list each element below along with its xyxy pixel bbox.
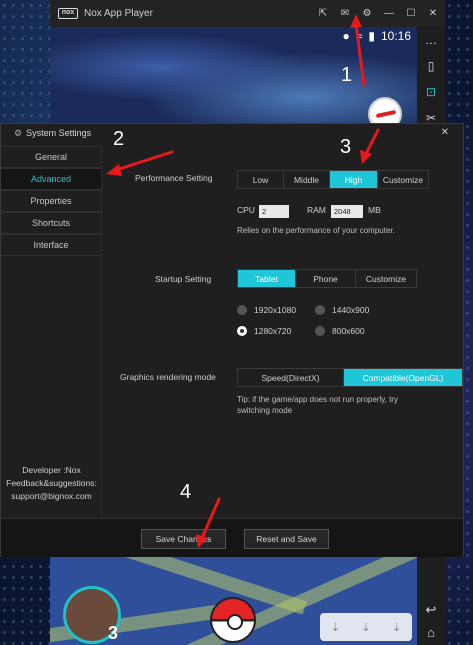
dialog-footer: Save Changes Reset and Save	[1, 518, 463, 557]
nav-advanced[interactable]: Advanced	[1, 168, 102, 190]
gear-icon: ⚙	[14, 127, 23, 138]
window-controls: ⇱ ✉ ⚙ — ☐ ✕	[317, 0, 439, 27]
annotation-number-2: 2	[113, 128, 125, 150]
message-icon[interactable]: ✉	[339, 8, 351, 19]
resolution-label: 1280x720	[254, 326, 292, 336]
ram-unit: MB	[368, 205, 381, 215]
annotation-number-3: 3	[340, 136, 352, 158]
maximize-icon[interactable]: ☐	[405, 8, 417, 19]
save-changes-button[interactable]: Save Changes	[141, 529, 226, 549]
dialog-titlebar: ⚙ System Settings ✕	[1, 124, 463, 142]
radio-selected-icon	[237, 326, 247, 336]
startup-phone[interactable]: Phone	[296, 270, 356, 287]
annotation-number-1: 1	[341, 64, 353, 86]
performance-customize[interactable]: Customize	[378, 171, 428, 188]
support-email: support@bignox.com	[11, 491, 92, 501]
ram-input[interactable]: 2048	[331, 205, 363, 218]
wifi-icon: ≈	[355, 29, 363, 43]
footprint-icon: ⇣	[361, 621, 371, 634]
startup-tablet[interactable]: Tablet	[238, 270, 296, 287]
annotation-number-4: 4	[180, 481, 192, 503]
performance-low[interactable]: Low	[238, 171, 284, 188]
performance-setting-label: Performance Setting	[135, 173, 213, 183]
startup-options: Tablet Phone Customize	[237, 269, 417, 288]
graphics-tip: Tip: if the game/app does not run proper…	[237, 394, 437, 416]
startup-setting-label: Startup Setting	[155, 274, 212, 284]
battery-icon: ▮	[368, 29, 375, 43]
reset-and-save-button[interactable]: Reset and Save	[244, 529, 329, 549]
back-icon[interactable]: ↩	[417, 602, 445, 618]
settings-gear-icon[interactable]: ⚙	[361, 8, 373, 19]
dialog-title: System Settings	[26, 128, 92, 138]
graphics-opengl[interactable]: Compatible(OpenGL)	[344, 369, 462, 386]
nav-general[interactable]: General	[1, 146, 102, 168]
screenshot: nox Nox App Player ⇱ ✉ ⚙ — ☐ ✕ ● ≈ ▮ 10:…	[0, 0, 473, 645]
settings-nav: General Advanced Properties Shortcuts In…	[1, 146, 102, 256]
phone-icon[interactable]: ▯	[417, 53, 445, 79]
nearby-panel[interactable]: ⇣ ⇣ ⇣	[320, 613, 412, 641]
resolution-1440x900[interactable]: 1440x900	[315, 305, 369, 315]
nox-titlebar: nox Nox App Player ⇱ ✉ ⚙ — ☐ ✕	[50, 0, 445, 27]
graphics-options: Speed(DirectX) Compatible(OpenGL)	[237, 368, 463, 387]
resolution-1920x1080[interactable]: 1920x1080	[237, 305, 296, 315]
home-icon[interactable]: ⌂	[417, 625, 445, 640]
expand-icon[interactable]: ⇱	[317, 8, 329, 19]
android-screen-bottom[interactable]: 3 ⇣ ⇣ ⇣	[50, 557, 417, 645]
resolution-1280x720[interactable]: 1280x720	[237, 326, 291, 336]
radio-icon	[315, 305, 325, 315]
developer-info: Developer :Nox Feedback&suggestions: sup…	[1, 464, 102, 503]
footprint-icon: ⇣	[330, 621, 340, 634]
footprint-icon: ⇣	[392, 621, 402, 634]
pokeball-menu-button[interactable]	[210, 597, 256, 643]
graphics-tip-line: Tip: if the game/app does not run proper…	[237, 395, 398, 404]
ram-label: RAM	[307, 205, 326, 215]
resolution-label: 800x600	[332, 326, 365, 336]
startup-customize[interactable]: Customize	[356, 270, 416, 287]
close-icon[interactable]: ✕	[441, 127, 449, 138]
advanced-settings-content: Performance Setting Low Middle High Cust…	[103, 146, 463, 518]
resolution-label: 1920x1080	[254, 305, 297, 315]
resolution-800x600[interactable]: 800x600	[315, 326, 365, 336]
cpu-label: CPU	[237, 205, 255, 215]
nav-shortcuts[interactable]: Shortcuts	[1, 212, 102, 234]
minimize-icon[interactable]: —	[383, 8, 395, 19]
radio-icon	[237, 305, 247, 315]
keyboard-icon[interactable]: ⊡	[417, 79, 445, 105]
android-statusbar: ● ≈ ▮ 10:16	[343, 27, 411, 45]
more-icon[interactable]: …	[417, 27, 445, 53]
resolution-label: 1440x900	[332, 305, 370, 315]
graphics-directx[interactable]: Speed(DirectX)	[238, 369, 344, 386]
feedback-line: Feedback&suggestions:	[6, 478, 97, 488]
close-window-icon[interactable]: ✕	[427, 8, 439, 19]
graphics-mode-label: Graphics rendering mode	[120, 372, 216, 382]
android-screen-top[interactable]: ● ≈ ▮ 10:16	[50, 27, 417, 127]
graphics-tip-line: switching mode	[237, 406, 293, 415]
system-settings-dialog: ⚙ System Settings ✕ General Advanced Pro…	[0, 123, 464, 557]
performance-options: Low Middle High Customize	[237, 170, 429, 189]
nav-interface[interactable]: Interface	[1, 234, 102, 256]
nox-logo: nox	[58, 8, 78, 19]
trainer-level: 3	[108, 623, 119, 643]
performance-middle[interactable]: Middle	[284, 171, 330, 188]
performance-high[interactable]: High	[330, 171, 378, 188]
location-icon: ●	[342, 29, 350, 43]
developer-line: Developer :Nox	[22, 465, 81, 475]
status-time: 10:16	[380, 29, 411, 43]
radio-icon	[315, 326, 325, 336]
cpu-input[interactable]: 2	[259, 205, 289, 218]
performance-note: Relies on the performance of your comput…	[237, 226, 395, 235]
nav-properties[interactable]: Properties	[1, 190, 102, 212]
nox-title: Nox App Player	[84, 8, 153, 19]
